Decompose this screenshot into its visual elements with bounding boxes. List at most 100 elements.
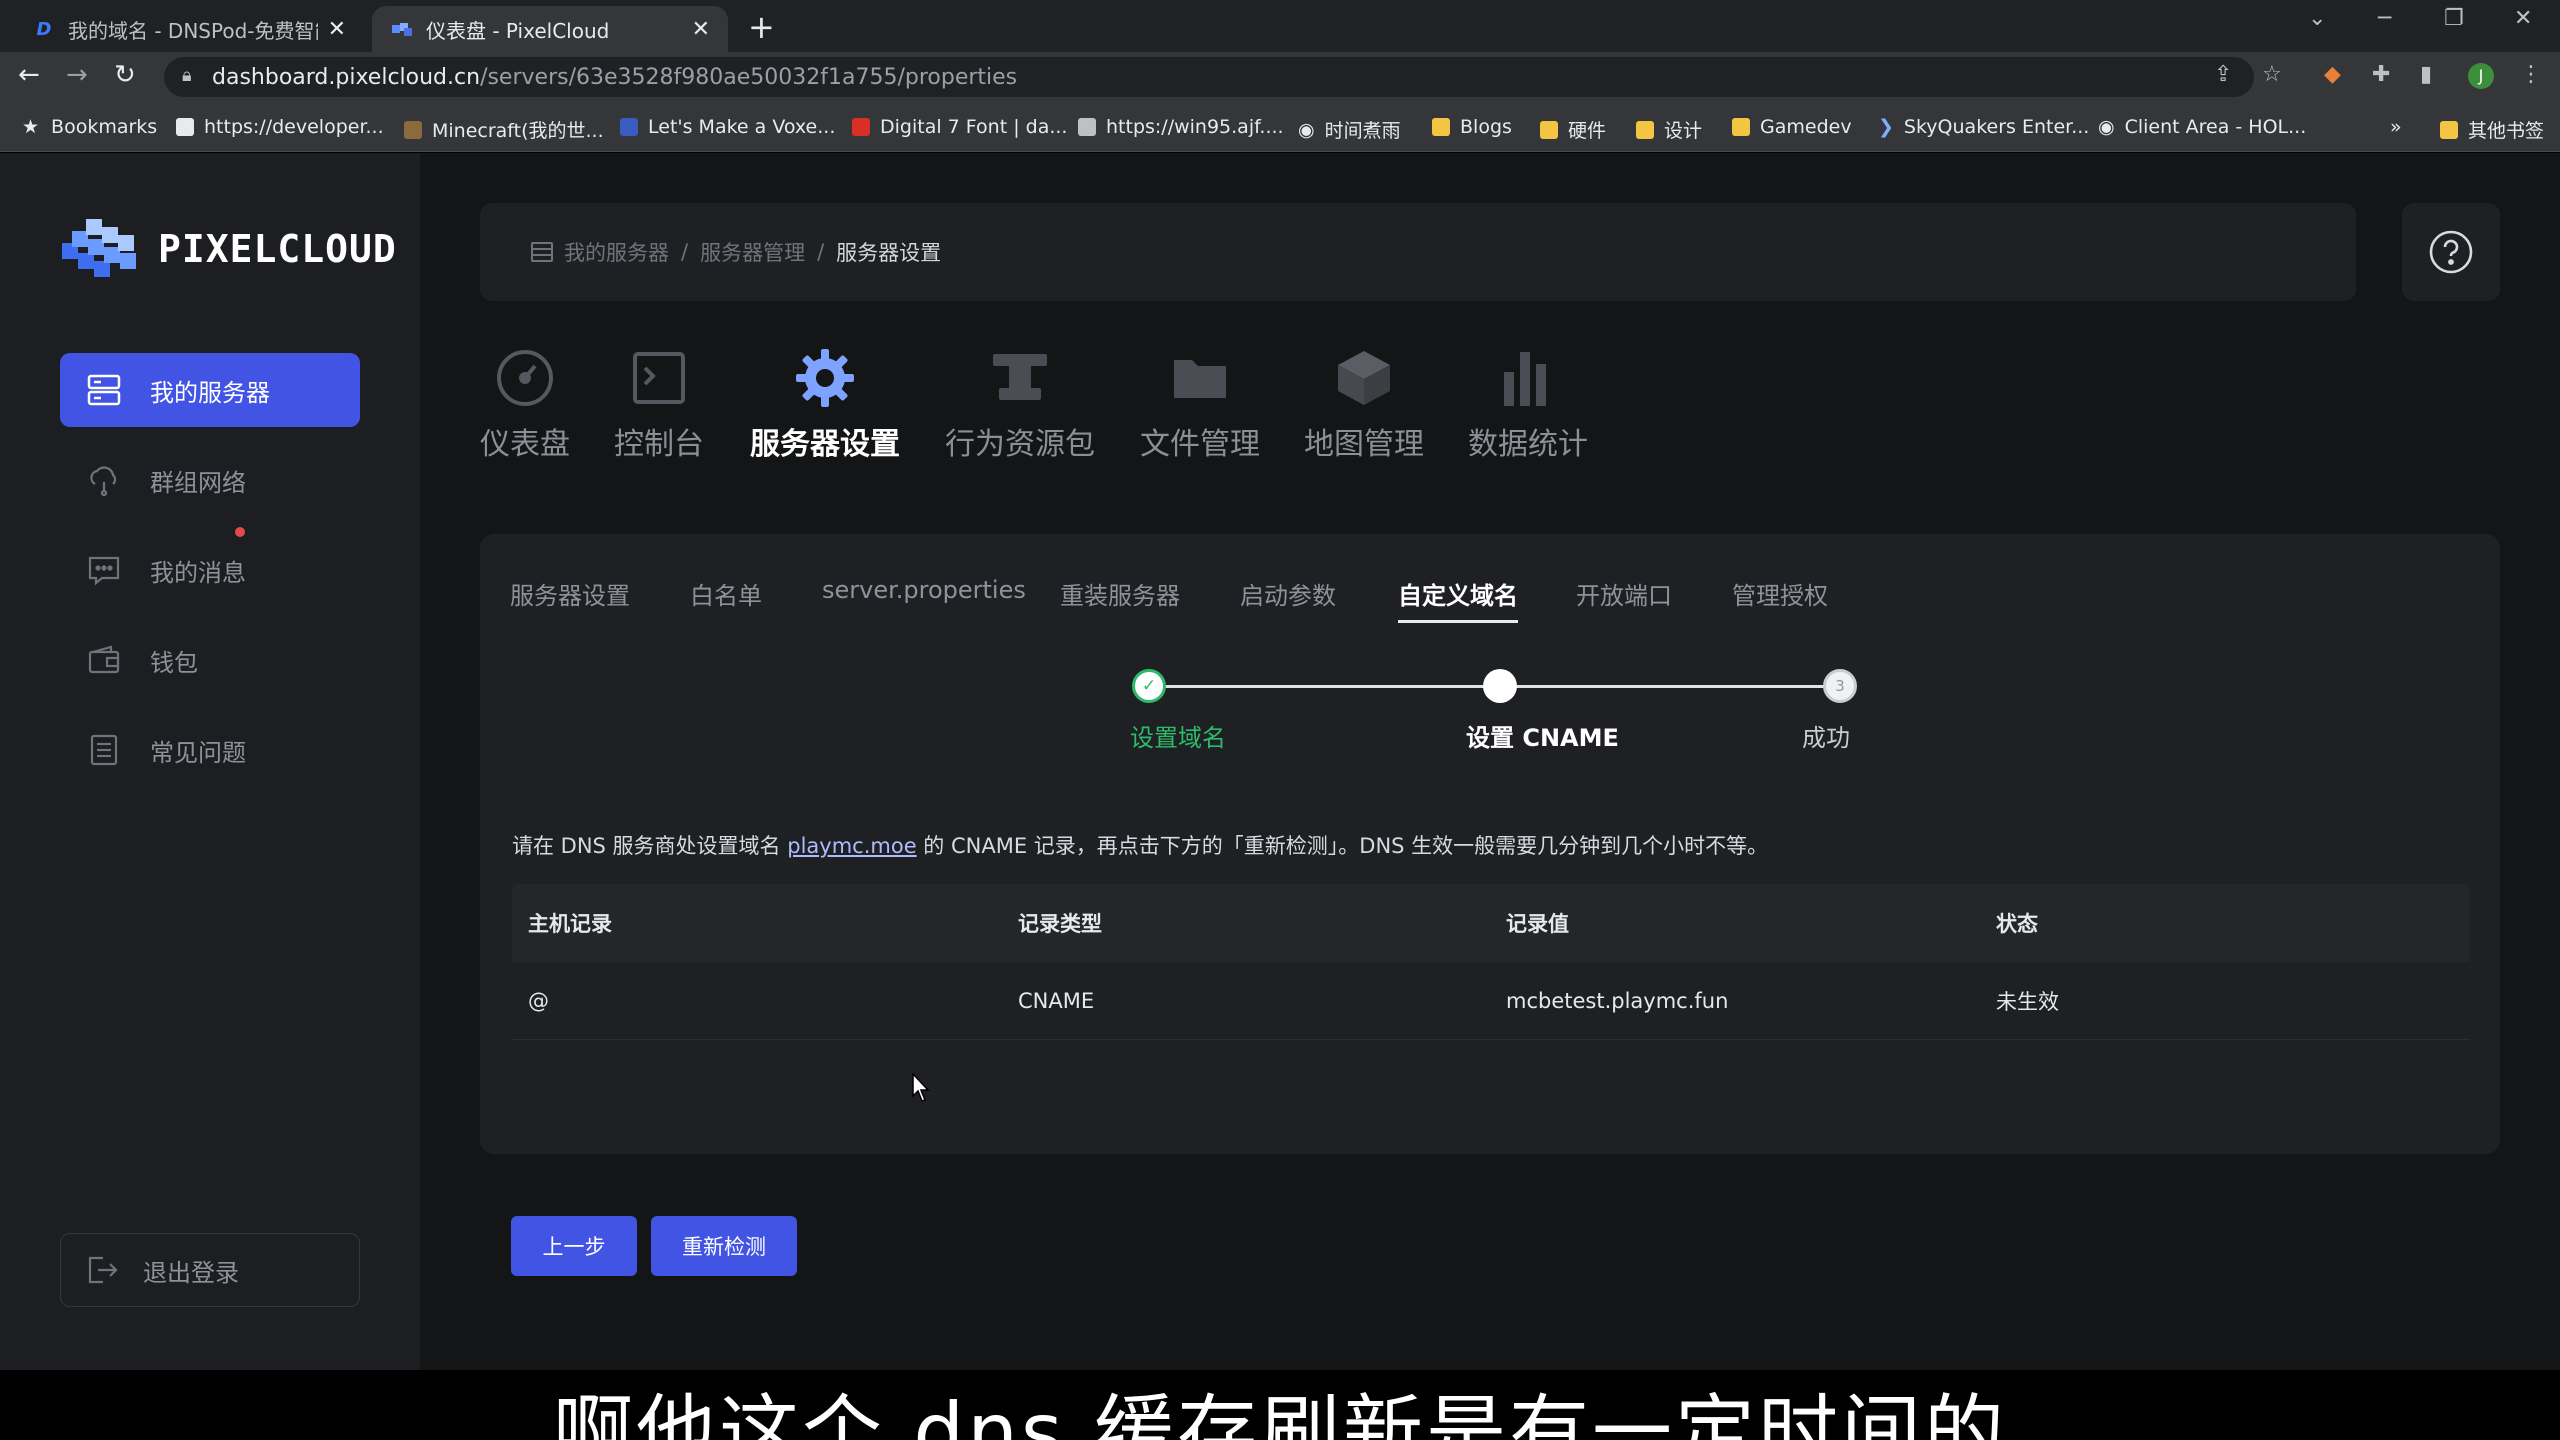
tab-console[interactable]: 控制台	[612, 343, 706, 463]
tab-behavior-pack[interactable]: 行为资源包	[942, 343, 1098, 463]
breadcrumb-item[interactable]: 我的服务器	[564, 237, 669, 267]
sidebar-item-label: 常见问题	[150, 738, 246, 767]
logout-icon	[85, 1254, 119, 1286]
bookmark-item[interactable]: Minecraft(我的世...	[404, 116, 604, 143]
sidebar-item-wallet[interactable]: 钱包	[60, 623, 360, 697]
subtab-open-ports[interactable]: 开放端口	[1576, 576, 1672, 611]
globe-icon: ◉	[1298, 118, 1315, 141]
subtab-permissions[interactable]: 管理授权	[1732, 576, 1828, 611]
other-bookmarks-folder[interactable]: 其他书签	[2440, 116, 2544, 143]
bookmark-folder[interactable]: 设计	[1636, 116, 1702, 143]
tab-label: 文件管理	[1140, 427, 1260, 462]
forward-icon[interactable]: →	[66, 60, 88, 90]
tab-statistics[interactable]: 数据统计	[1466, 343, 1590, 463]
minimize-icon[interactable]: ─	[2378, 6, 2391, 31]
bookmark-item[interactable]: ❯ SkyQuakers Enter...	[1878, 116, 2089, 138]
sidebar-item-faq[interactable]: 常见问题	[60, 713, 360, 787]
bookmark-folder[interactable]: Gamedev	[1732, 116, 1852, 138]
table-row: @ CNAME mcbetest.playmc.fun 未生效	[512, 962, 2470, 1040]
tab-label: 服务器设置	[750, 427, 900, 462]
folder-icon	[1540, 120, 1558, 139]
breadcrumb-item[interactable]: 服务器管理	[700, 237, 805, 267]
tab-map-manager[interactable]: 地图管理	[1302, 343, 1426, 463]
bookmarks-overflow-icon[interactable]: »	[2390, 116, 2402, 138]
minecraft-icon	[404, 120, 422, 139]
step-connector	[1148, 685, 1500, 688]
side-panel-icon[interactable]: ▮	[2420, 62, 2432, 87]
sidebar-item-group-network[interactable]: 群组网络	[60, 443, 360, 517]
tab-dashboard[interactable]: 仪表盘	[478, 343, 572, 463]
host-record-cell: @	[528, 988, 549, 1013]
url-path: /servers/63e3528f980ae50032f1a755/proper…	[480, 64, 1018, 90]
subtab-server-settings[interactable]: 服务器设置	[510, 576, 630, 611]
page-icon	[620, 118, 638, 136]
browser-tab-dnspod[interactable]: D 我的域名 - DNSPod-免费智能DI ✕	[14, 6, 364, 52]
bookmarks-bar: ★ Bookmarks https://developer... Minecraf…	[0, 102, 2560, 152]
breadcrumb-separator: /	[681, 240, 689, 264]
step-label: 设置域名	[1130, 724, 1226, 752]
back-icon[interactable]: ←	[18, 60, 40, 90]
close-tab-icon[interactable]: ✕	[328, 17, 346, 42]
sidebar-item-my-servers[interactable]: 我的服务器	[60, 353, 360, 427]
tab-server-settings[interactable]: 服务器设置	[746, 343, 904, 463]
close-window-icon[interactable]: ✕	[2514, 6, 2532, 31]
subtab-whitelist[interactable]: 白名单	[690, 576, 762, 611]
bookmark-folder[interactable]: Blogs	[1432, 116, 1512, 138]
font-icon	[852, 118, 870, 136]
server-icon	[86, 372, 122, 408]
help-button[interactable]	[2402, 203, 2500, 301]
star-icon: ★	[22, 116, 40, 138]
step-done-check-icon: ✓	[1132, 669, 1166, 703]
browser-tab-pixelcloud[interactable]: 仪表盘 - PixelCloud ✕	[372, 6, 728, 52]
bookmark-item[interactable]: Let's Make a Voxe...	[620, 116, 835, 138]
pixelcloud-logo[interactable]: PIXELCLOUD	[58, 213, 397, 285]
new-tab-icon[interactable]: +	[748, 8, 775, 46]
sidebar-item-messages[interactable]: 我的消息	[60, 533, 360, 607]
bookmark-item[interactable]: ◉ 时间煮雨	[1298, 116, 1401, 143]
logout-button[interactable]: 退出登录	[60, 1233, 360, 1307]
page-icon: ❯	[1878, 116, 1894, 138]
reload-icon[interactable]: ↻	[114, 60, 136, 90]
record-type-cell: CNAME	[1018, 988, 1095, 1013]
subtab-custom-domain[interactable]: 自定义域名	[1398, 576, 1518, 623]
extensions-puzzle-icon[interactable]: ✚	[2372, 62, 2390, 87]
folder-icon	[1138, 343, 1262, 413]
bookmark-item[interactable]: Digital 7 Font | da...	[852, 116, 1067, 138]
tab-label: 数据统计	[1468, 427, 1588, 462]
previous-step-button[interactable]: 上一步	[511, 1216, 637, 1276]
tab-title: 仪表盘 - PixelCloud	[426, 18, 610, 43]
breadcrumb-server-icon	[530, 241, 554, 263]
close-tab-icon[interactable]: ✕	[692, 17, 710, 42]
profile-avatar[interactable]: J	[2468, 63, 2494, 89]
bookmark-item[interactable]: ★ Bookmarks	[22, 116, 157, 138]
tab-label: 控制台	[614, 427, 704, 462]
browser-menu-icon[interactable]: ⋮	[2520, 62, 2542, 87]
subtab-server-properties[interactable]: server.properties	[822, 576, 1026, 604]
address-bar[interactable]: 🔒︎ dashboard.pixelcloud.cn/servers/63e35…	[164, 57, 2254, 97]
restore-icon[interactable]: ❐	[2444, 6, 2464, 31]
folder-icon	[1636, 120, 1654, 139]
bookmark-star-icon[interactable]: ☆	[2262, 62, 2282, 87]
breadcrumb-separator: /	[817, 240, 825, 264]
lock-icon: 🔒︎	[182, 65, 192, 86]
folder-icon	[1432, 118, 1450, 136]
bookmark-item[interactable]: https://win95.ajf....	[1078, 116, 1284, 138]
bookmark-item[interactable]: ◉ Client Area - HOL...	[2098, 116, 2306, 138]
share-icon[interactable]: ⇪	[2214, 62, 2232, 87]
breadcrumb: 我的服务器 / 服务器管理 / 服务器设置	[480, 203, 2356, 301]
tab-search-chevron-icon[interactable]: ⌄	[2308, 6, 2326, 31]
anvil-icon	[942, 343, 1098, 413]
folder-icon	[2440, 120, 2458, 139]
sidebar-item-label: 钱包	[150, 648, 198, 677]
subtab-launch-args[interactable]: 启动参数	[1240, 576, 1336, 611]
domain-link[interactable]: playmc.moe	[787, 834, 916, 858]
bookmark-item[interactable]: https://developer...	[176, 116, 384, 138]
bookmark-folder[interactable]: 硬件	[1540, 116, 1606, 143]
recheck-button[interactable]: 重新检测	[651, 1216, 797, 1276]
extension-fox-icon[interactable]: ◆	[2324, 62, 2341, 87]
sidebar-item-label: 我的消息	[150, 558, 246, 587]
step-label: 成功	[1802, 724, 1850, 752]
tab-file-manager[interactable]: 文件管理	[1138, 343, 1262, 463]
cloud-network-icon	[86, 462, 122, 498]
subtab-reinstall[interactable]: 重装服务器	[1060, 576, 1180, 611]
